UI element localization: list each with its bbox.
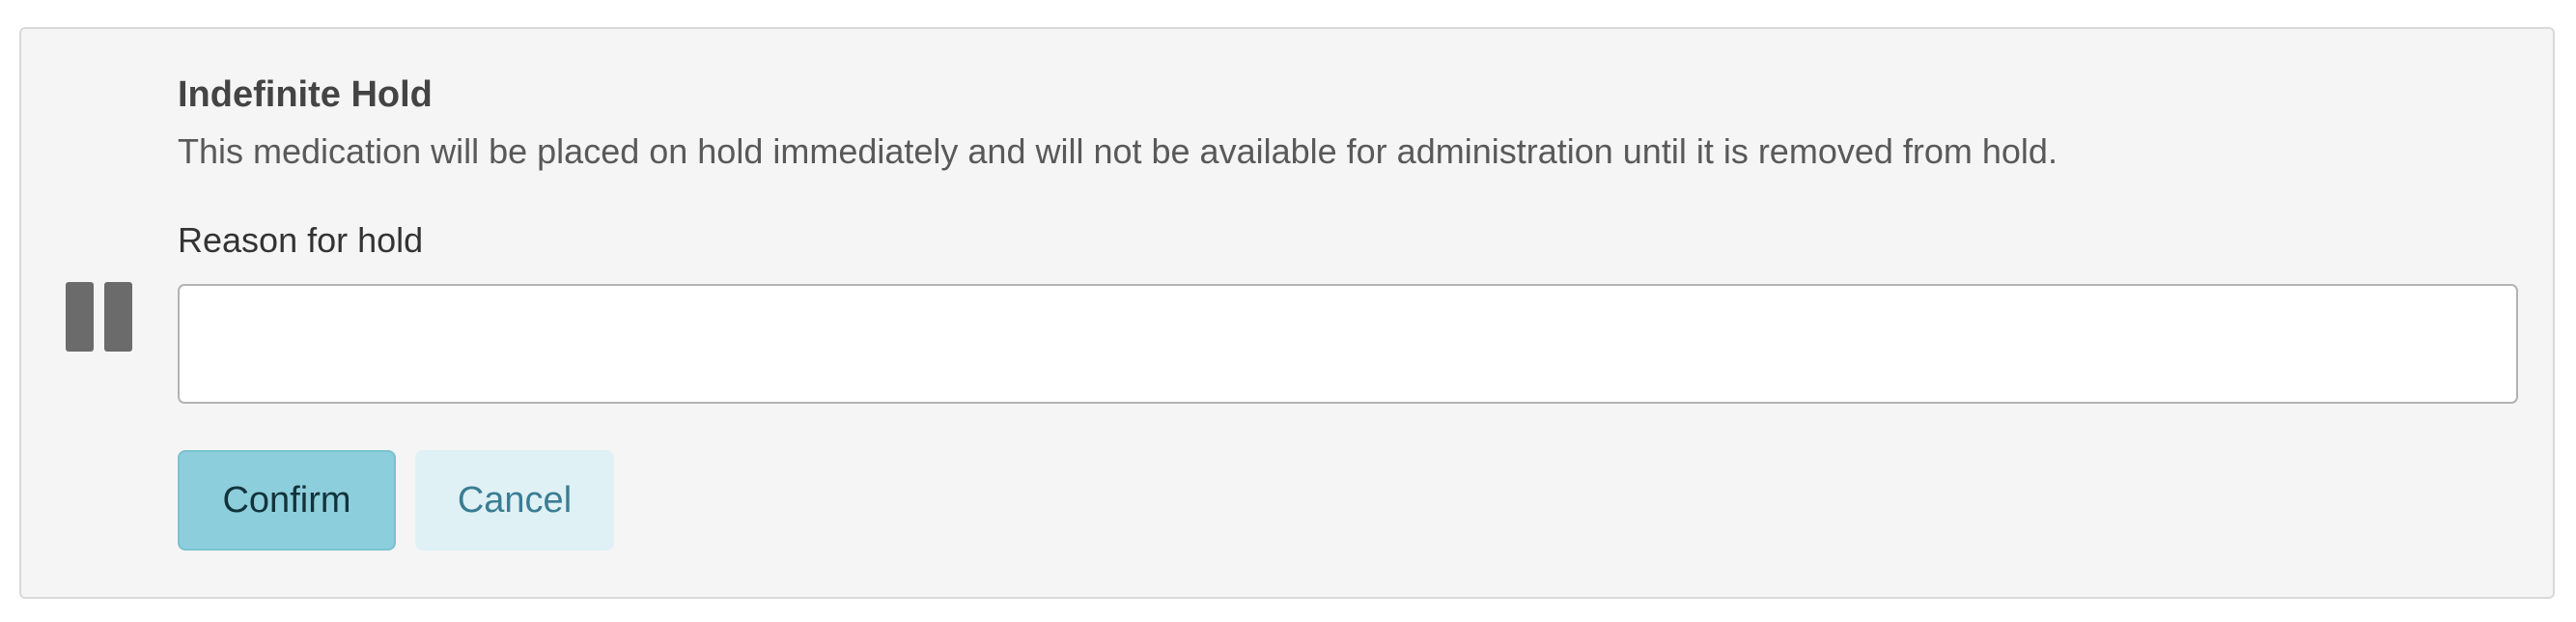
pause-icon <box>66 282 133 352</box>
reason-label: Reason for hold <box>178 220 424 260</box>
hold-actions: Confirm Cancel <box>178 450 2534 551</box>
indefinite-hold-panel: Indefinite Hold This medication will be … <box>19 27 2555 599</box>
hold-description: This medication will be placed on hold i… <box>178 131 2058 171</box>
confirm-button[interactable]: Confirm <box>178 450 396 551</box>
pause-icon-bar-left <box>66 282 94 352</box>
hold-content: Indefinite Hold This medication will be … <box>178 71 2534 551</box>
cancel-button[interactable]: Cancel <box>415 450 614 551</box>
pause-icon-bar-right <box>104 282 132 352</box>
reason-for-hold-input[interactable] <box>178 284 2518 404</box>
hold-title: Indefinite Hold <box>178 74 433 115</box>
